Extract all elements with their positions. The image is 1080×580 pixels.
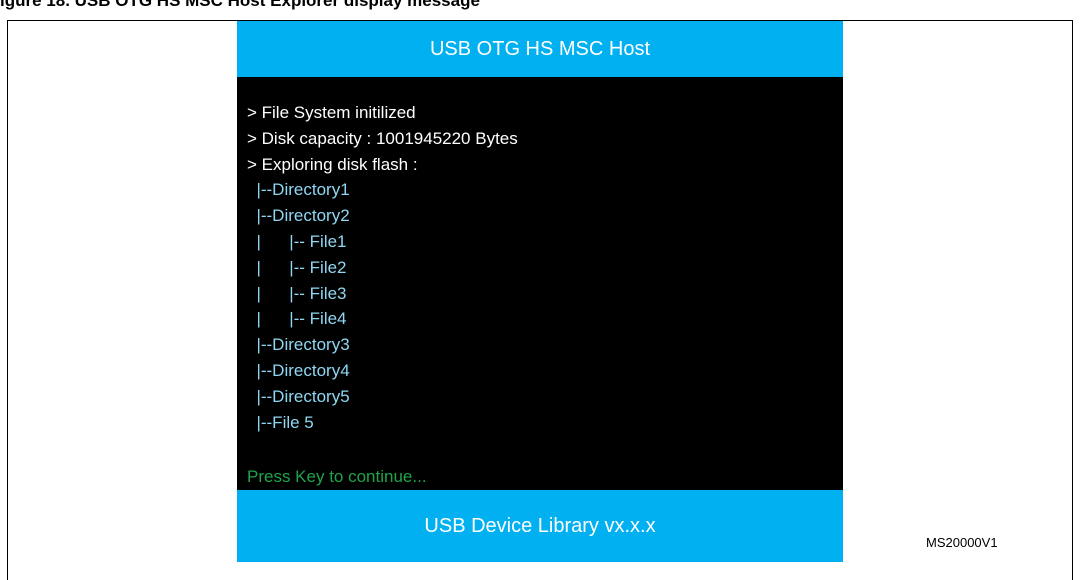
tree-item-file5: |--File 5 xyxy=(247,412,314,432)
tree-item-directory5: |--Directory5 xyxy=(247,386,350,406)
screen-header: USB OTG HS MSC Host xyxy=(237,21,843,77)
screen-console: > File System initilized > Disk capacity… xyxy=(237,77,843,490)
lcd-screen: USB OTG HS MSC Host > File System initil… xyxy=(237,21,843,562)
status-line-exploring: > Exploring disk flash : xyxy=(247,154,418,174)
status-line-capacity: > Disk capacity : 1001945220 Bytes xyxy=(247,128,518,148)
tree-item-file1: | |-- File1 xyxy=(247,231,347,251)
figure-reference-id: MS20000V1 xyxy=(926,535,998,550)
continue-prompt: Press Key to continue... xyxy=(247,467,427,486)
tree-item-directory3: |--Directory3 xyxy=(247,335,350,355)
figure-caption: igure 18. USB OTG HS MSC Host Explorer d… xyxy=(0,0,480,10)
footer-library-version: USB Device Library vx.x.x xyxy=(424,514,656,537)
tree-item-file4: | |-- File4 xyxy=(247,309,347,329)
screen-footer: USB Device Library vx.x.x xyxy=(237,490,843,562)
tree-item-file2: | |-- File2 xyxy=(247,257,347,277)
tree-item-directory4: |--Directory4 xyxy=(247,360,350,380)
tree-item-directory2: |--Directory2 xyxy=(247,206,350,226)
tree-item-file3: | |-- File3 xyxy=(247,283,347,303)
console-lines: > File System initilized > Disk capacity… xyxy=(247,100,518,435)
header-title: USB OTG HS MSC Host xyxy=(429,37,651,60)
tree-item-directory1: |--Directory1 xyxy=(247,180,350,200)
status-line-filesystem: > File System initilized xyxy=(247,103,416,122)
